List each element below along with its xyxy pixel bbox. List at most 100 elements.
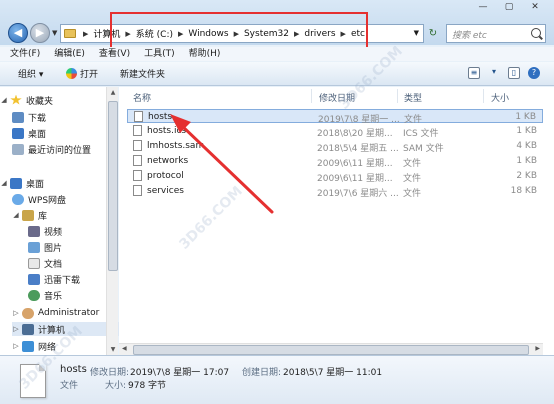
help-icon[interactable]: ? bbox=[528, 67, 540, 79]
chevron-right-icon[interactable]: ▶ bbox=[291, 30, 302, 38]
nav-wps-cloud[interactable]: WPS网盘 bbox=[12, 192, 66, 206]
menu-tools[interactable]: 工具(T) bbox=[144, 47, 175, 61]
expand-icon[interactable]: ▷ bbox=[12, 309, 20, 317]
column-divider[interactable] bbox=[483, 89, 484, 103]
column-divider[interactable] bbox=[311, 89, 312, 103]
collapse-icon[interactable]: ◢ bbox=[12, 211, 20, 219]
maximize-button[interactable]: ▢ bbox=[496, 0, 522, 14]
expand-icon[interactable]: ▷ bbox=[12, 325, 20, 333]
file-name: protocol bbox=[147, 171, 184, 181]
view-options-icon[interactable]: ≡ bbox=[468, 67, 480, 79]
nav-recent-places[interactable]: 最近访问的位置 bbox=[12, 142, 91, 156]
breadcrumb-drivers[interactable]: drivers bbox=[302, 29, 337, 39]
back-button[interactable]: ◀ bbox=[8, 23, 28, 43]
chevron-right-icon[interactable]: ▶ bbox=[80, 30, 91, 38]
nav-videos[interactable]: 视频 bbox=[28, 224, 62, 238]
nav-pictures-label: 图片 bbox=[44, 243, 63, 254]
column-date[interactable]: 修改日期 bbox=[319, 91, 355, 104]
detail-size-value: 978 字节 bbox=[128, 381, 167, 391]
scroll-right-icon[interactable]: ▶ bbox=[535, 345, 540, 352]
file-date: 2009\6\11 星期... bbox=[317, 174, 393, 184]
music-icon bbox=[28, 289, 40, 301]
column-name[interactable]: 名称 bbox=[133, 91, 151, 104]
recent-places-icon bbox=[12, 143, 24, 155]
nav-pictures[interactable]: 图片 bbox=[28, 240, 62, 254]
breadcrumb-system32[interactable]: System32 bbox=[242, 29, 291, 39]
horizontal-scroll-thumb[interactable] bbox=[133, 345, 529, 355]
forward-button[interactable]: ▶ bbox=[30, 23, 50, 43]
nav-scroll-thumb[interactable] bbox=[108, 101, 118, 271]
search-input[interactable]: 搜索 etc bbox=[446, 24, 546, 43]
file-name: lmhosts.sam bbox=[147, 141, 205, 151]
preview-pane-icon[interactable]: ▯ bbox=[508, 67, 520, 79]
chevron-right-icon[interactable]: ▶ bbox=[338, 30, 349, 38]
downloads-icon bbox=[12, 111, 24, 123]
detail-size-label: 大小: bbox=[105, 381, 127, 391]
nav-recent-label: 最近访问的位置 bbox=[28, 145, 92, 156]
file-name: services bbox=[147, 186, 184, 196]
new-folder-button[interactable]: 新建文件夹 bbox=[120, 67, 165, 80]
nav-thunder-downloads[interactable]: 迅雷下载 bbox=[28, 272, 80, 286]
open-button[interactable]: 打开 bbox=[66, 67, 98, 80]
collapse-icon[interactable]: ◢ bbox=[0, 179, 8, 187]
file-row[interactable]: lmhosts.sam 2018\5\4 星期五 ... SAM 文件 4 KB bbox=[127, 139, 543, 154]
file-date: 2019\7\6 星期六 ... bbox=[317, 189, 399, 199]
nav-downloads[interactable]: 下载 bbox=[12, 110, 46, 124]
nav-scrollbar[interactable]: ▲ ▼ bbox=[106, 87, 118, 355]
details-pane: hosts 修改日期: 2019\7\8 星期一 17:07 创建日期: 201… bbox=[0, 355, 554, 404]
file-row[interactable]: protocol 2009\6\11 星期... 文件 2 KB bbox=[127, 169, 543, 184]
nav-music[interactable]: 音乐 bbox=[28, 288, 62, 302]
breadcrumb-windows[interactable]: Windows bbox=[186, 29, 230, 39]
view-dropdown-icon[interactable]: ▾ bbox=[488, 67, 500, 79]
chevron-right-icon[interactable]: ▶ bbox=[175, 30, 186, 38]
column-type[interactable]: 类型 bbox=[404, 91, 422, 104]
file-list: 名称 修改日期 类型 大小 hosts 2019\7\8 星期一 ... 文件 … bbox=[119, 87, 554, 355]
nav-network-label: 网络 bbox=[38, 342, 57, 353]
address-dropdown-icon[interactable]: ▼ bbox=[414, 29, 419, 37]
breadcrumb-computer[interactable]: 计算机 bbox=[91, 27, 122, 40]
nav-desktop[interactable]: ◢ 桌面 bbox=[0, 176, 44, 190]
navigation-pane: ◢ 收藏夹 下载 桌面 最近访问的位置 ◢ 桌面 WPS网盘 ◢ 库 视频 图片 文档… bbox=[0, 87, 120, 355]
collapse-icon[interactable]: ◢ bbox=[0, 96, 8, 104]
file-type: ICS 文件 bbox=[403, 129, 439, 139]
address-bar[interactable]: ▶ 计算机 ▶ 系统 (C:) ▶ Windows ▶ System32 ▶ d… bbox=[60, 24, 424, 43]
chevron-right-icon[interactable]: ▶ bbox=[231, 30, 242, 38]
breadcrumb-drive-c[interactable]: 系统 (C:) bbox=[134, 27, 175, 40]
file-size: 1 KB bbox=[515, 112, 536, 122]
recent-pages-dropdown[interactable]: ▼ bbox=[52, 29, 57, 37]
search-icon[interactable] bbox=[531, 28, 541, 38]
breadcrumb-etc[interactable]: etc bbox=[349, 29, 367, 39]
file-row[interactable]: services 2019\7\6 星期六 ... 文件 18 KB bbox=[127, 184, 543, 199]
nav-documents[interactable]: 文档 bbox=[28, 256, 62, 270]
nav-desktop-label: 桌面 bbox=[26, 179, 45, 190]
scroll-left-icon[interactable]: ◀ bbox=[122, 345, 127, 352]
menu-file[interactable]: 文件(F) bbox=[10, 47, 40, 61]
horizontal-scrollbar[interactable]: ◀ ▶ bbox=[119, 343, 543, 355]
column-divider[interactable] bbox=[397, 89, 398, 103]
chevron-right-icon[interactable]: ▶ bbox=[122, 30, 133, 38]
organize-button[interactable]: 组织 ▾ bbox=[18, 67, 43, 80]
file-row[interactable]: hosts.ics 2018\8\20 星期... ICS 文件 1 KB bbox=[127, 124, 543, 139]
file-date: 2018\5\4 星期五 ... bbox=[317, 144, 399, 154]
close-button[interactable]: ✕ bbox=[522, 0, 548, 14]
scroll-down-icon[interactable]: ▼ bbox=[107, 346, 119, 353]
nav-computer[interactable]: ▷ 计算机 bbox=[12, 322, 120, 336]
menu-view[interactable]: 查看(V) bbox=[99, 47, 130, 61]
scroll-up-icon[interactable]: ▲ bbox=[107, 89, 119, 96]
file-row[interactable]: networks 2009\6\11 星期... 文件 1 KB bbox=[127, 154, 543, 169]
column-size[interactable]: 大小 bbox=[491, 91, 509, 104]
menu-help[interactable]: 帮助(H) bbox=[189, 47, 221, 61]
nav-library[interactable]: ◢ 库 bbox=[12, 208, 47, 222]
refresh-icon[interactable]: ↻ bbox=[426, 25, 440, 42]
nav-favorites[interactable]: ◢ 收藏夹 bbox=[0, 93, 53, 107]
nav-administrator[interactable]: ▷ Administrator bbox=[12, 306, 99, 320]
nav-network[interactable]: ▷ 网络 bbox=[12, 339, 56, 353]
menu-edit[interactable]: 编辑(E) bbox=[54, 47, 85, 61]
minimize-button[interactable]: — bbox=[470, 0, 496, 14]
thunder-icon bbox=[28, 273, 40, 285]
nav-desktop-favorite[interactable]: 桌面 bbox=[12, 126, 46, 140]
expand-icon[interactable]: ▷ bbox=[12, 342, 20, 350]
nav-documents-label: 文档 bbox=[44, 259, 63, 270]
window-controls: — ▢ ✕ bbox=[470, 0, 548, 14]
file-row-hosts[interactable]: hosts 2019\7\8 星期一 ... 文件 1 KB bbox=[127, 109, 543, 125]
